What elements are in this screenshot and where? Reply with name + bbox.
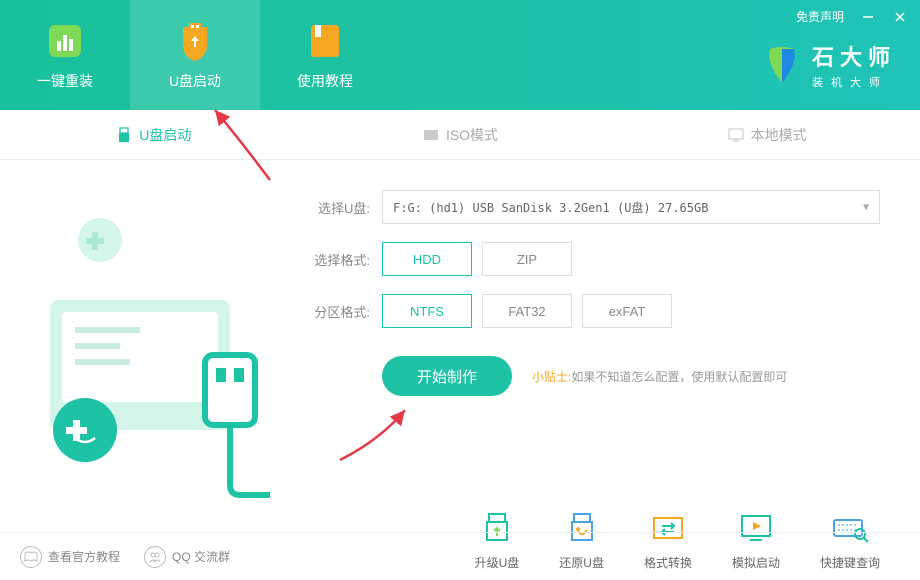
people-icon xyxy=(144,546,166,568)
brand: 石大师 装机大师 xyxy=(762,40,896,90)
brand-logo-icon xyxy=(762,45,802,85)
subtab-local[interactable]: 本地模式 xyxy=(613,110,920,159)
footer-tutorial-link[interactable]: 查看官方教程 xyxy=(20,546,120,568)
subtab-usb-boot[interactable]: U盘启动 xyxy=(0,110,307,159)
tip-text: 如果不知道怎么配置，使用默认配置即可 xyxy=(571,368,787,385)
nav-tutorial[interactable]: 使用教程 xyxy=(260,0,390,110)
partition-option-fat32[interactable]: FAT32 xyxy=(482,294,572,328)
usb-icon xyxy=(115,126,133,144)
footer-qq-label: QQ 交流群 xyxy=(172,548,230,565)
disclaimer-link[interactable]: 免责声明 xyxy=(796,8,844,25)
close-button[interactable] xyxy=(892,9,908,25)
subtab-iso[interactable]: ISO模式 xyxy=(307,110,614,159)
book-open-icon xyxy=(20,546,42,568)
bar-chart-icon xyxy=(43,19,87,63)
brand-title: 石大师 xyxy=(812,40,896,72)
format-option-hdd[interactable]: HDD xyxy=(382,242,472,276)
iso-icon xyxy=(422,126,440,144)
tip-label: 小贴士: xyxy=(532,368,571,385)
partition-option-ntfs[interactable]: NTFS xyxy=(382,294,472,328)
nav-usb-boot[interactable]: U盘启动 xyxy=(130,0,260,110)
book-icon xyxy=(303,19,347,63)
nav-label: 一键重装 xyxy=(37,71,93,91)
format-label: 选择格式: xyxy=(300,250,370,269)
usb-select[interactable]: F:G: (hd1) USB SanDisk 3.2Gen1 (U盘) 27.6… xyxy=(382,190,880,224)
subtab-label: ISO模式 xyxy=(446,125,498,145)
usb-select-value: F:G: (hd1) USB SanDisk 3.2Gen1 (U盘) 27.6… xyxy=(393,199,708,216)
partition-label: 分区格式: xyxy=(300,302,370,321)
brand-subtitle: 装机大师 xyxy=(812,74,896,90)
chevron-down-icon: ▼ xyxy=(863,202,869,213)
format-option-zip[interactable]: ZIP xyxy=(482,242,572,276)
usb-shield-icon xyxy=(173,19,217,63)
footer-tutorial-label: 查看官方教程 xyxy=(48,548,120,565)
partition-option-exfat[interactable]: exFAT xyxy=(582,294,672,328)
usb-illustration xyxy=(0,190,300,500)
desktop-icon xyxy=(727,126,745,144)
start-button[interactable]: 开始制作 xyxy=(382,356,512,396)
minimize-button[interactable] xyxy=(860,9,876,25)
nav-reinstall[interactable]: 一键重装 xyxy=(0,0,130,110)
footer-qq-link[interactable]: QQ 交流群 xyxy=(144,546,230,568)
usb-select-label: 选择U盘: xyxy=(300,198,370,217)
nav-label: 使用教程 xyxy=(297,71,353,91)
subtab-label: U盘启动 xyxy=(139,125,191,145)
nav-label: U盘启动 xyxy=(169,71,221,91)
subtab-label: 本地模式 xyxy=(751,125,807,145)
